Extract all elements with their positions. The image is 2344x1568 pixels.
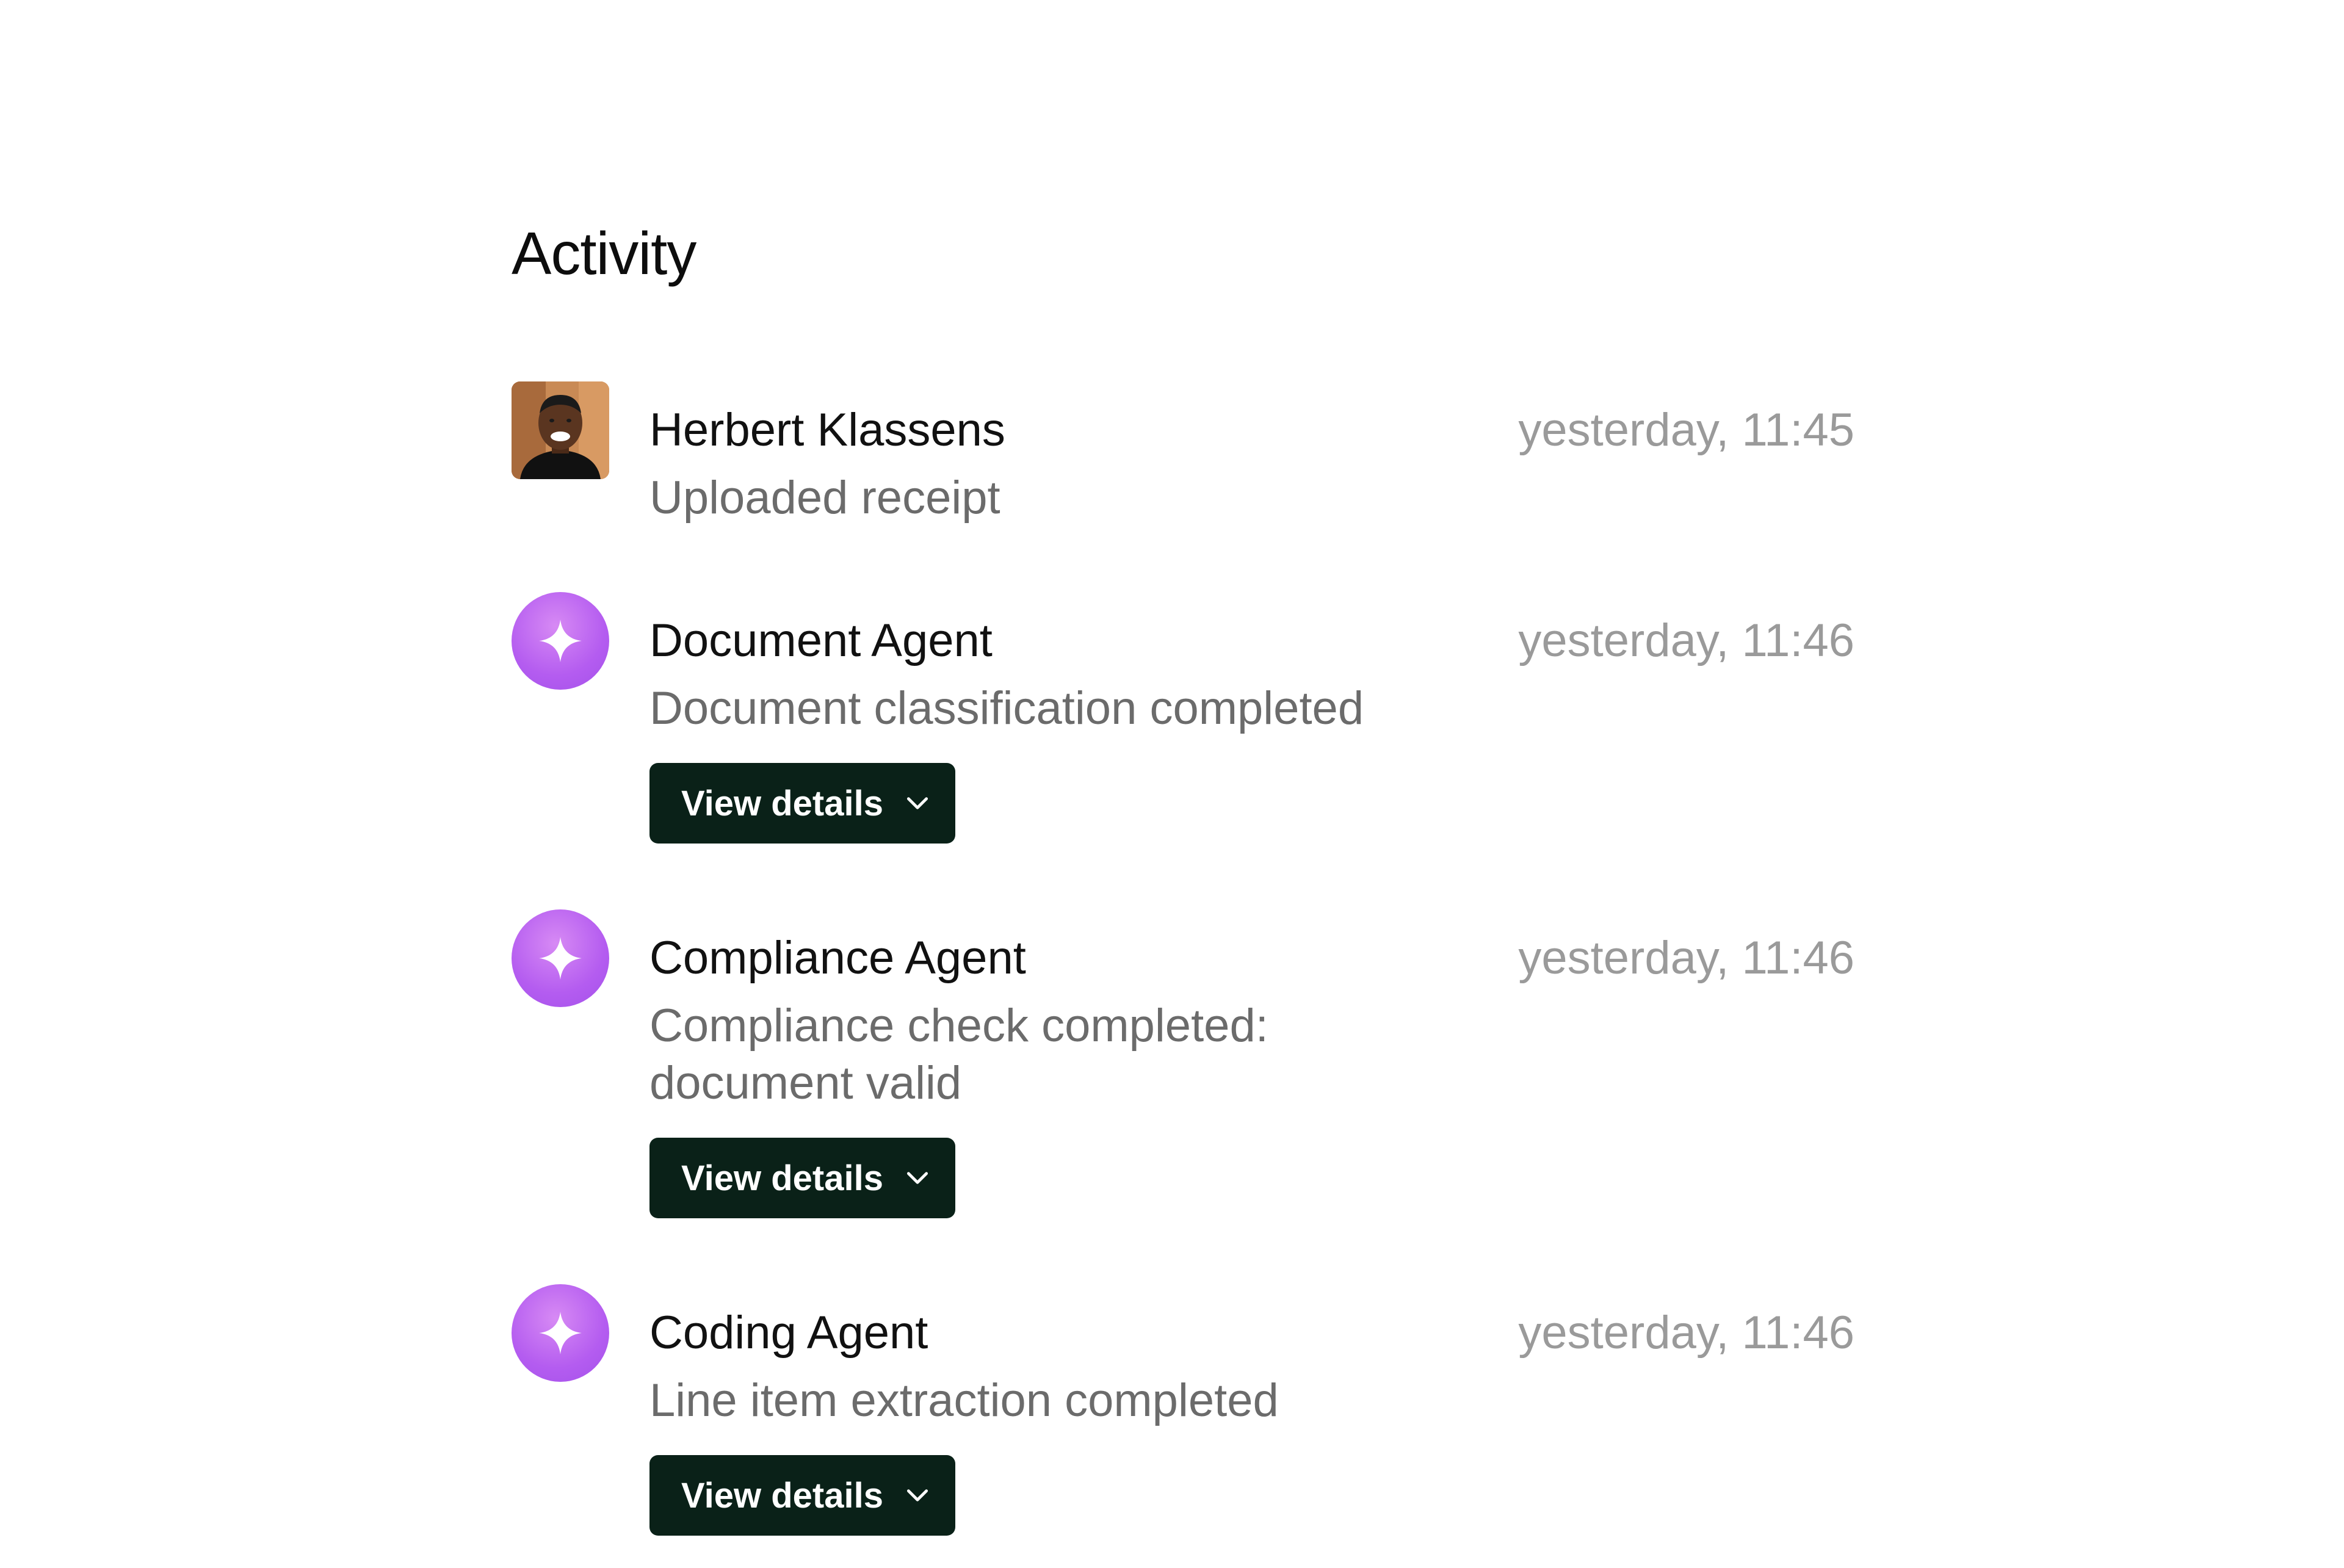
activity-description: Document classification completed <box>649 682 1364 734</box>
button-label: View details <box>681 1158 883 1198</box>
chevron-down-icon <box>906 1172 928 1184</box>
activity-description: Uploaded receipt <box>649 472 1000 524</box>
timestamp: yesterday, 11:46 <box>1518 615 1854 667</box>
view-details-button[interactable]: View details <box>649 1138 955 1218</box>
sparkle-icon <box>539 620 582 662</box>
user-photo <box>512 381 609 479</box>
chevron-down-icon <box>906 797 928 809</box>
activity-page: Activity Herbert Klassens Uploaded recei… <box>0 0 2344 1568</box>
activity-description: Compliance check completed: document val… <box>649 1000 1268 1109</box>
timestamp: yesterday, 11:46 <box>1518 1307 1854 1359</box>
chevron-down-icon <box>906 1489 928 1501</box>
actor-name: Compliance Agent <box>649 932 1026 984</box>
sparkle-icon <box>539 937 582 980</box>
view-details-button[interactable]: View details <box>649 763 955 844</box>
activity-body: Compliance Agent Compliance check comple… <box>649 928 1382 1218</box>
timestamp: yesterday, 11:45 <box>1518 404 1854 456</box>
page-title: Activity <box>512 220 696 287</box>
sparkle-icon <box>539 1312 582 1354</box>
avatar <box>512 381 609 479</box>
button-label: View details <box>681 1475 883 1516</box>
agent-avatar <box>512 909 609 1007</box>
timestamp: yesterday, 11:46 <box>1518 932 1854 984</box>
button-label: View details <box>681 783 883 823</box>
activity-description: Line item extraction completed <box>649 1375 1279 1426</box>
view-details-button[interactable]: View details <box>649 1455 955 1536</box>
agent-avatar <box>512 592 609 690</box>
agent-avatar <box>512 1284 609 1382</box>
